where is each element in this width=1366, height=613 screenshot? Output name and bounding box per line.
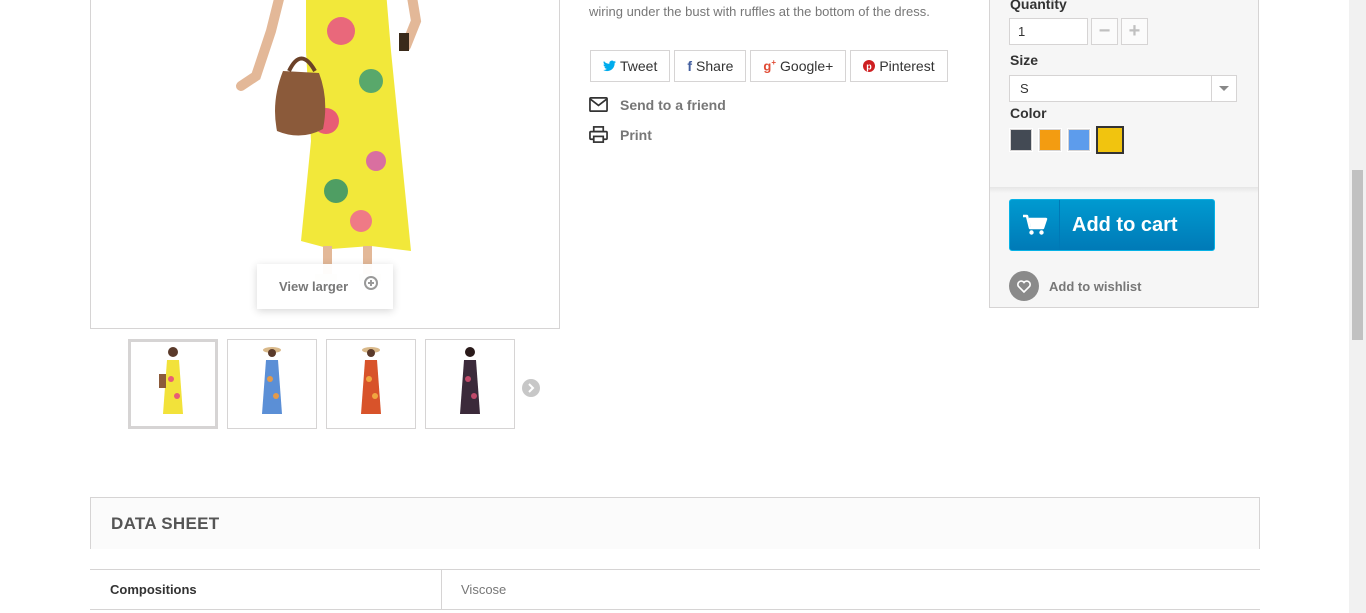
printer-icon	[589, 126, 608, 143]
color-swatch-dark-grey[interactable]	[1009, 128, 1033, 152]
description-text: wiring under the bust with ruffles at th…	[589, 4, 930, 19]
thumbnail-dress-image	[159, 347, 183, 414]
share-label: Share	[696, 58, 734, 74]
quantity-input[interactable]: 1	[1009, 18, 1088, 45]
product-attributes: Quantity 1 − + Size S Color	[990, 0, 1258, 187]
thumbnail-dress-image	[262, 347, 282, 414]
color-swatches	[1009, 126, 1124, 154]
size-label: Size	[1010, 52, 1039, 68]
main-product-image[interactable]: View larger	[90, 0, 560, 329]
size-select[interactable]: S	[1009, 75, 1237, 102]
color-swatch-orange[interactable]	[1038, 128, 1062, 152]
pinterest-button[interactable]: p Pinterest	[850, 50, 948, 82]
chevron-down-icon	[1211, 76, 1236, 101]
quantity-label: Quantity	[1010, 0, 1067, 12]
data-sheet-key: Compositions	[90, 570, 442, 609]
thumbnail-1[interactable]	[128, 339, 218, 429]
googleplus-button[interactable]: g+ Google+	[750, 50, 847, 82]
envelope-icon	[589, 96, 608, 113]
view-larger-label: View larger	[279, 279, 349, 294]
size-value: S	[1020, 81, 1029, 96]
svg-text:p: p	[867, 62, 873, 72]
googleplus-label: Google+	[780, 58, 834, 74]
data-sheet-value: Viscose	[461, 582, 507, 597]
print-link[interactable]: Print	[589, 125, 652, 144]
thumbnail-next-button[interactable]	[522, 379, 540, 397]
chevron-right-icon	[528, 383, 535, 393]
heart-icon	[1009, 271, 1039, 301]
plus-icon: +	[1128, 20, 1141, 42]
facebook-share-button[interactable]: f Share	[674, 50, 747, 82]
add-to-cart-button[interactable]: Add to cart	[1009, 199, 1215, 251]
twitter-icon	[603, 60, 616, 72]
googleplus-icon: g+	[763, 58, 777, 74]
thumbnail-list	[128, 339, 515, 429]
thumbnail-2[interactable]	[227, 339, 317, 429]
add-to-wishlist-link[interactable]: Add to wishlist	[1009, 271, 1141, 301]
quantity-minus-button[interactable]: −	[1091, 18, 1118, 45]
pinterest-icon: p	[863, 60, 876, 72]
view-larger-button[interactable]: View larger	[257, 264, 393, 309]
quantity-plus-button[interactable]: +	[1121, 18, 1148, 45]
thumbnail-4[interactable]	[425, 339, 515, 429]
color-swatch-blue[interactable]	[1067, 128, 1091, 152]
social-share-buttons: Tweet f Share g+ Google+ p Pinterest	[590, 50, 948, 82]
scrollbar-thumb[interactable]	[1352, 170, 1363, 340]
tweet-button[interactable]: Tweet	[590, 50, 671, 82]
facebook-icon: f	[687, 58, 693, 74]
attributes-divider	[990, 187, 1258, 193]
minus-icon: −	[1098, 20, 1111, 42]
product-description: wiring under the bust with ruffles at th…	[589, 0, 949, 23]
table-row: Compositions Viscose	[90, 570, 1260, 610]
send-to-friend-link[interactable]: Send to a friend	[589, 95, 726, 114]
data-sheet-table: Compositions Viscose	[90, 569, 1260, 610]
thumbnail-dress-image	[361, 347, 381, 414]
pinterest-label: Pinterest	[879, 58, 935, 74]
product-page: View larger wiring under the bust with r…	[0, 0, 1366, 613]
add-to-cart-label: Add to cart	[1072, 213, 1178, 236]
print-label: Print	[620, 126, 652, 143]
thumbnail-dress-image	[460, 347, 480, 414]
color-swatch-yellow[interactable]	[1096, 126, 1124, 154]
zoom-icon	[364, 276, 378, 290]
shopping-cart-icon	[1010, 200, 1060, 250]
data-sheet-heading: DATA SHEET	[90, 497, 1260, 549]
add-to-wishlist-label: Add to wishlist	[1049, 278, 1142, 294]
add-to-cart-box: Quantity 1 − + Size S Color Add to cart …	[989, 0, 1259, 308]
tweet-label: Tweet	[620, 58, 658, 74]
thumbnail-3[interactable]	[326, 339, 416, 429]
vertical-scrollbar[interactable]	[1349, 0, 1366, 613]
color-label: Color	[1010, 105, 1047, 121]
send-to-friend-label: Send to a friend	[620, 96, 726, 113]
